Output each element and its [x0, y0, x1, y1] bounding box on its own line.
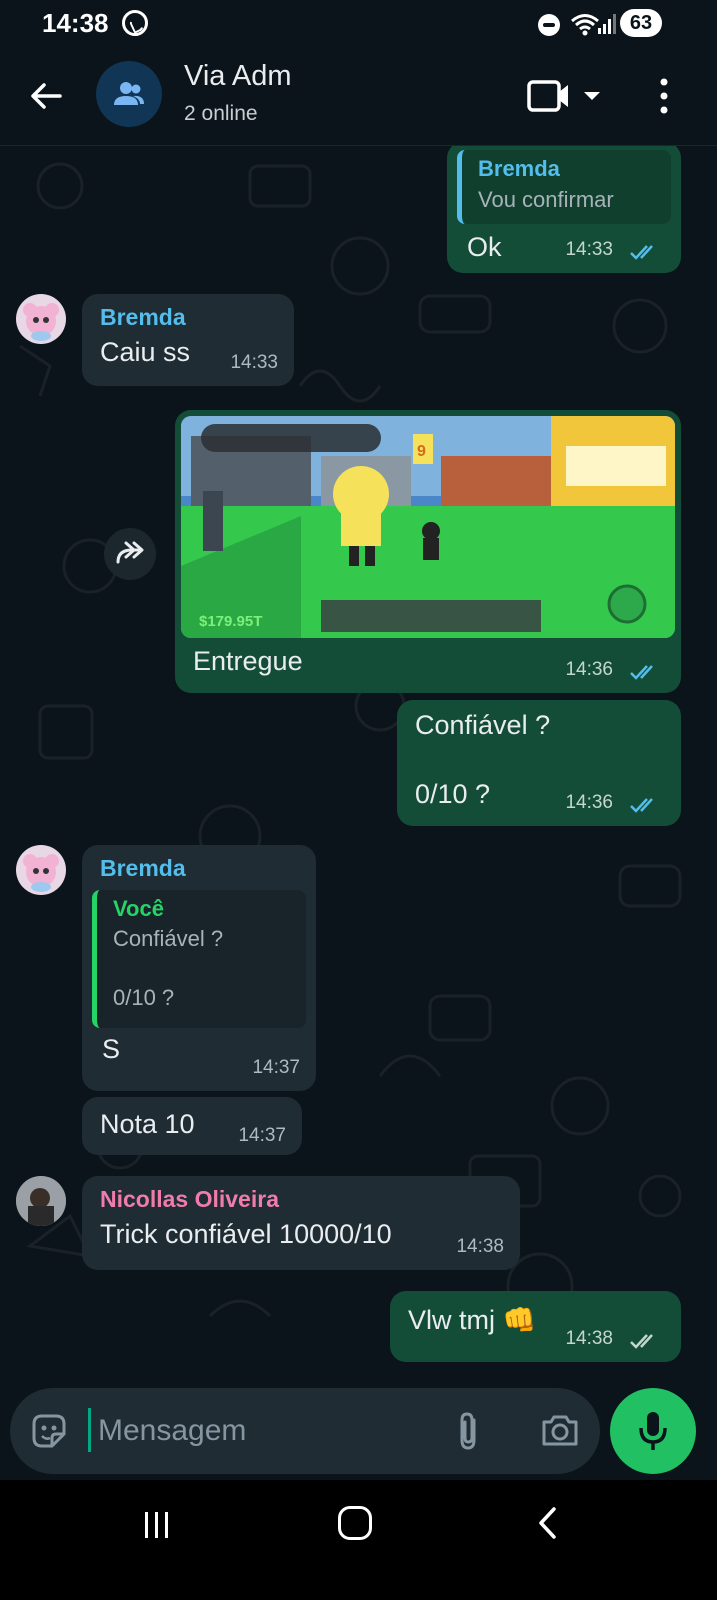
nav-back-icon[interactable]	[536, 1506, 560, 1540]
system-navigation-bar	[0, 1480, 717, 1600]
double-check-icon	[630, 665, 653, 680]
sender-name: Bremda	[100, 304, 186, 330]
message-text: Trick confiável 10000/10	[100, 1219, 392, 1249]
avatar-image	[23, 854, 59, 892]
sign-number: 9	[417, 443, 426, 460]
status-time: 14:38	[42, 8, 109, 38]
message-time: 14:38	[565, 1328, 613, 1349]
message-bubble-outgoing[interactable]: Confiável ? 0/10 ? 14:36	[397, 700, 681, 826]
double-check-icon	[630, 798, 653, 813]
forward-icon	[116, 541, 144, 564]
message-bubble-incoming[interactable]: Bremda Você Confiável ? 0/10 ? S 14:37	[82, 845, 316, 1091]
sender-name: Bremda	[100, 855, 186, 881]
message-input[interactable]	[98, 1408, 428, 1454]
quoted-text: Confiável ? 0/10 ?	[113, 926, 224, 1011]
dropdown-icon	[584, 92, 600, 100]
forward-button[interactable]	[104, 528, 156, 580]
avatar-image	[23, 303, 59, 341]
message-time: 14:33	[230, 352, 278, 373]
game-screenshot-image[interactable]: 9 $179.95T	[181, 416, 675, 638]
quoted-sender: Você	[113, 896, 164, 921]
quoted-text: Vou confirmar	[478, 187, 614, 212]
group-avatar[interactable]	[96, 61, 162, 127]
sender-avatar[interactable]	[16, 845, 66, 895]
message-text: Vlw tmj 👊	[408, 1305, 537, 1335]
message-bubble-outgoing-image[interactable]: 9 $179.95T Entregue 14:36	[175, 410, 681, 693]
quoted-message[interactable]: Bremda Vou confirmar	[457, 150, 671, 224]
battery-indicator: 63	[620, 9, 662, 37]
group-icon	[114, 82, 144, 105]
avatar-image	[16, 1176, 66, 1226]
status-bar: 14:38 63	[0, 0, 717, 50]
attach-icon[interactable]	[454, 1410, 484, 1452]
camera-icon[interactable]	[540, 1412, 580, 1448]
text-caret	[88, 1408, 91, 1452]
double-check-icon	[630, 1334, 653, 1349]
video-call-icon[interactable]	[526, 76, 606, 116]
message-time: 14:38	[456, 1236, 504, 1257]
message-list[interactable]: Bremda Vou confirmar Ok 14:33 Bremda Cai…	[0, 146, 717, 1408]
message-composer	[10, 1388, 600, 1474]
sender-name: Nicollas Oliveira	[100, 1186, 279, 1212]
message-bubble-outgoing[interactable]: Vlw tmj 👊 14:38	[390, 1291, 681, 1362]
message-bubble-incoming[interactable]: Nicollas Oliveira Trick confiável 10000/…	[82, 1176, 520, 1270]
nav-recents-icon[interactable]	[142, 1510, 172, 1540]
chat-subtitle: 2 online	[184, 102, 258, 125]
more-vert-icon[interactable]	[654, 76, 674, 116]
chat-header: Via Adm 2 online	[0, 50, 717, 146]
game-money: $179.95T	[199, 613, 262, 630]
voice-record-button[interactable]	[610, 1388, 696, 1474]
message-bubble-incoming[interactable]: Bremda Caiu ss 14:33	[82, 294, 294, 386]
wifi-icon	[571, 14, 599, 36]
sticker-icon[interactable]	[30, 1412, 68, 1450]
message-time: 14:36	[565, 659, 613, 680]
message-bubble-incoming[interactable]: Nota 10 14:37	[82, 1097, 302, 1155]
double-check-icon	[630, 245, 653, 260]
message-time: 14:37	[238, 1125, 286, 1146]
quoted-message[interactable]: Você Confiável ? 0/10 ?	[92, 890, 306, 1028]
sender-avatar[interactable]	[16, 1176, 66, 1226]
sender-avatar[interactable]	[16, 294, 66, 344]
message-time: 14:33	[565, 239, 613, 260]
chat-title[interactable]: Via Adm	[184, 60, 291, 93]
signal-icon	[598, 14, 616, 34]
quoted-sender: Bremda	[478, 156, 560, 181]
message-text: Confiável ? 0/10 ?	[415, 710, 551, 810]
message-time: 14:36	[565, 792, 613, 813]
back-arrow-icon[interactable]	[26, 76, 66, 116]
message-time: 14:37	[252, 1057, 300, 1078]
whatsapp-notification-icon	[122, 10, 148, 36]
message-bubble-outgoing[interactable]: Bremda Vou confirmar Ok 14:33	[447, 146, 681, 273]
nav-home-icon[interactable]	[338, 1506, 372, 1540]
mic-icon	[639, 1412, 667, 1450]
do-not-disturb-icon	[538, 14, 560, 36]
